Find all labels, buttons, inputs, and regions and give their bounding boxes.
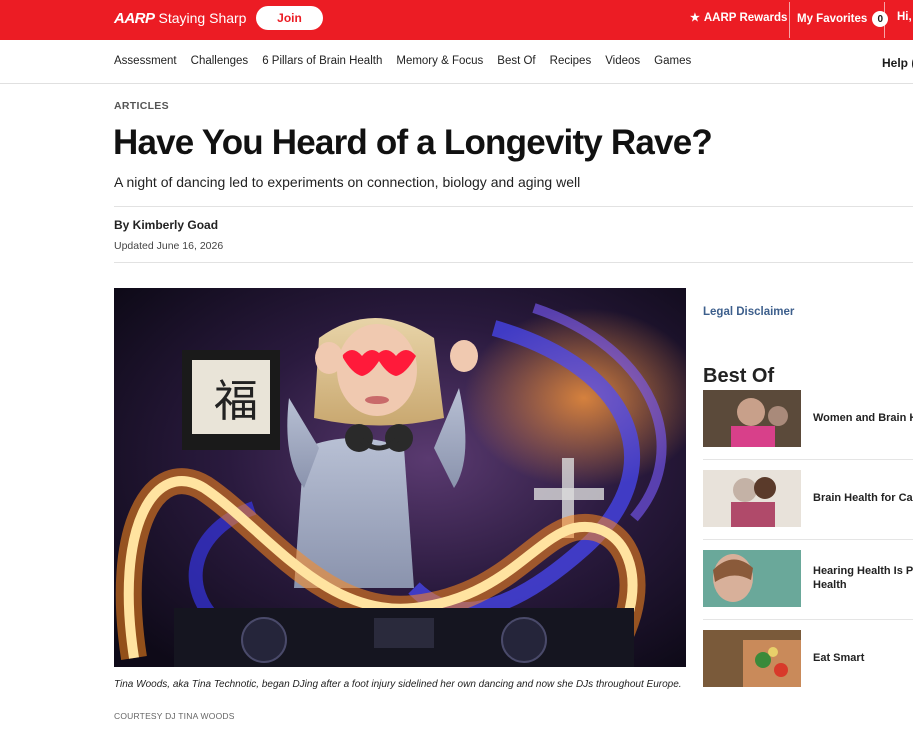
nav-item-assessment[interactable]: Assessment: [114, 55, 177, 67]
nav-item-6-pillars-of-brain-health[interactable]: 6 Pillars of Brain Health: [262, 55, 382, 67]
favorites-link[interactable]: My Favorites 0: [797, 11, 889, 27]
best-of-label: Hearing Health Is Pa: [813, 565, 913, 577]
image-caption: Tina Woods, aka Tina Technotic, began DJ…: [114, 679, 682, 690]
image-credit: COURTESY DJ TINA WOODS: [114, 711, 235, 721]
topbar-divider: [884, 2, 885, 38]
aarp-logo: AARP: [114, 9, 155, 27]
best-of-thumbnail: [703, 630, 801, 687]
nav-item-videos[interactable]: Videos: [605, 55, 640, 67]
help-link[interactable]: Help (: [882, 56, 913, 70]
best-of-item[interactable]: Women and Brain H: [703, 390, 913, 447]
divider: [703, 619, 913, 620]
star-icon: ★: [690, 12, 700, 24]
rewards-link[interactable]: ★ AARP Rewards: [690, 11, 788, 25]
account-greeting[interactable]: Hi,: [897, 11, 912, 23]
topbar-divider: [789, 2, 790, 38]
brand-name: Staying Sharp: [158, 10, 247, 26]
article-subtitle: A night of dancing led to experiments on…: [114, 174, 581, 190]
best-of-label-line2: Health: [813, 579, 847, 591]
best-of-item[interactable]: Brain Health for Car: [703, 470, 913, 527]
top-bar: AARP Staying Sharp Join ★ AARP Rewards M…: [0, 0, 913, 40]
main-nav: Assessment Challenges 6 Pillars of Brain H…: [0, 40, 913, 84]
nav-item-challenges[interactable]: Challenges: [191, 55, 249, 67]
nav-item-games[interactable]: Games: [654, 55, 691, 67]
legal-disclaimer-link[interactable]: Legal Disclaimer: [703, 306, 794, 318]
best-of-item[interactable]: Hearing Health Is Pa Health: [703, 550, 913, 607]
best-of-thumbnail: [703, 390, 801, 447]
favorites-label: My Favorites: [797, 13, 868, 25]
best-of-heading: Best Of: [703, 365, 775, 387]
article-kicker[interactable]: ARTICLES: [114, 100, 169, 112]
best-of-label: Women and Brain H: [813, 412, 913, 424]
nav-items: Assessment Challenges 6 Pillars of Brain H…: [114, 55, 705, 67]
best-of-label: Eat Smart: [813, 652, 865, 664]
rewards-label: AARP Rewards: [703, 11, 788, 24]
nav-item-recipes[interactable]: Recipes: [550, 55, 592, 67]
hero-image: 福: [114, 288, 686, 667]
best-of-thumbnail: [703, 470, 801, 527]
brand-logo[interactable]: AARP Staying Sharp: [114, 8, 246, 28]
divider: [114, 206, 913, 207]
nav-item-best-of[interactable]: Best Of: [497, 55, 535, 67]
svg-text:福: 福: [214, 376, 258, 427]
favorites-count-badge: 0: [872, 11, 889, 27]
best-of-label: Brain Health for Car: [813, 492, 913, 504]
divider: [703, 539, 913, 540]
article-title: Have You Heard of a Longevity Rave?: [113, 123, 713, 162]
join-button[interactable]: Join: [256, 6, 323, 30]
article-byline: By Kimberly Goad: [114, 218, 219, 232]
nav-item-memory-focus[interactable]: Memory & Focus: [396, 55, 483, 67]
divider: [114, 262, 913, 263]
best-of-item[interactable]: Eat Smart: [703, 630, 913, 687]
divider: [703, 459, 913, 460]
article-updated-date: Updated June 16, 2026: [114, 240, 224, 252]
best-of-thumbnail: [703, 550, 801, 607]
